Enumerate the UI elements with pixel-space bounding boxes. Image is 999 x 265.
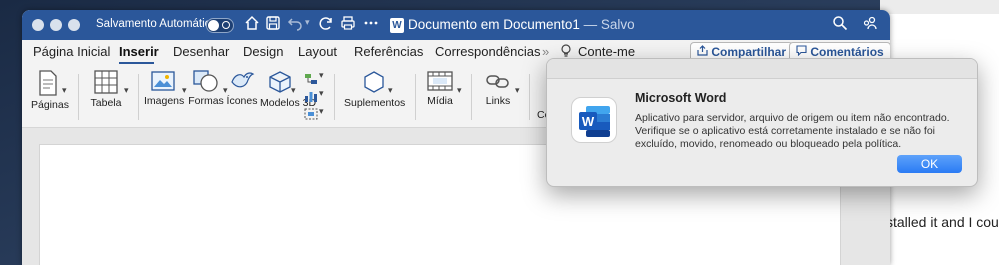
tab-desenhar[interactable]: Desenhar: [173, 44, 229, 59]
pages-label: Páginas: [31, 99, 69, 111]
undo-dropdown-icon[interactable]: ▾: [305, 18, 310, 28]
ribbon-separator: [138, 74, 139, 120]
ribbon-separator: [529, 74, 530, 120]
smartart-dropdown-icon[interactable]: ▾: [319, 71, 324, 81]
undo-icon[interactable]: [287, 15, 303, 35]
comment-bubble-icon: [796, 45, 807, 57]
active-tab-indicator: [119, 62, 154, 64]
autosave-toggle[interactable]: [206, 18, 234, 33]
table-button[interactable]: Tabela: [88, 70, 124, 109]
chart-dropdown-icon[interactable]: ▾: [319, 89, 324, 99]
bird-icon: [231, 72, 255, 88]
background-page-top: [880, 0, 999, 14]
film-icon: [427, 71, 453, 91]
screenshot-dropdown-icon[interactable]: ▾: [319, 107, 324, 117]
icons-label: Ícones: [226, 95, 258, 107]
ribbon-separator: [471, 74, 472, 120]
redo-icon[interactable]: [318, 15, 334, 35]
media-button[interactable]: Mídia: [422, 70, 458, 107]
media-dropdown-icon[interactable]: ▾: [457, 86, 462, 96]
picture-icon: [151, 71, 175, 91]
search-icon[interactable]: [832, 15, 848, 35]
share-label: Compartilhar: [711, 45, 787, 59]
links-label: Links: [485, 95, 511, 107]
tab-correspondencias[interactable]: Correspondências: [435, 44, 541, 59]
shapes-button[interactable]: Formas: [188, 70, 224, 107]
zoom-window-button[interactable]: [68, 19, 80, 31]
chart-icon[interactable]: [304, 89, 318, 107]
dialog-title: Microsoft Word: [635, 91, 727, 105]
ribbon-separator: [78, 74, 79, 120]
share-people-icon[interactable]: [862, 15, 878, 35]
table-icon: [94, 70, 118, 94]
page-icon: [39, 70, 57, 96]
add-ins-icon: [364, 71, 384, 93]
word-app-icon: W: [571, 97, 617, 143]
pictures-dropdown-icon[interactable]: ▾: [182, 86, 187, 96]
icons-button[interactable]: Ícones: [226, 70, 258, 107]
table-dropdown-icon[interactable]: ▾: [124, 86, 129, 96]
shapes-label: Formas: [188, 95, 224, 107]
comments-label: Comentários: [810, 45, 884, 59]
title-bar: Salvamento Automático ▾ W Documento em D…: [22, 10, 890, 40]
pictures-label: Imagens: [144, 95, 185, 107]
links-dropdown-icon[interactable]: ▾: [515, 86, 520, 96]
link-icon: [486, 75, 509, 88]
print-icon[interactable]: [340, 15, 356, 35]
cube-icon: [269, 71, 291, 93]
background-page-text: stalled it and I coul: [886, 214, 999, 230]
tell-me-search[interactable]: Conte-me: [578, 44, 635, 59]
minimize-window-button[interactable]: [50, 19, 62, 31]
tab-design[interactable]: Design: [243, 44, 283, 59]
close-window-button[interactable]: [32, 19, 44, 31]
ok-button[interactable]: OK: [897, 155, 962, 173]
ribbon-separator: [334, 74, 335, 120]
add-ins-dropdown-icon[interactable]: ▾: [388, 86, 393, 96]
media-label: Mídia: [427, 95, 453, 107]
svg-text:W: W: [582, 114, 595, 129]
dialog-message: Aplicativo para servidor, arquivo de ori…: [635, 112, 950, 150]
links-button[interactable]: Links: [480, 70, 516, 107]
tab-referencias[interactable]: Referências: [354, 44, 423, 59]
error-dialog: W Microsoft Word Aplicativo para servido…: [546, 58, 978, 187]
smartart-icon[interactable]: [304, 72, 318, 90]
save-icon[interactable]: [265, 15, 281, 35]
tab-inserir[interactable]: Inserir: [119, 44, 159, 59]
pictures-button[interactable]: Imagens: [144, 70, 185, 107]
table-label: Tabela: [90, 97, 122, 109]
tab-layout[interactable]: Layout: [298, 44, 337, 59]
dialog-titlebar: [547, 59, 977, 79]
document-title: Documento em Documento1 — Salvo: [408, 17, 635, 32]
pages-dropdown-icon[interactable]: ▾: [62, 86, 67, 96]
tab-pagina-inicial[interactable]: Página Inicial: [33, 44, 110, 59]
shapes-icon: [193, 70, 218, 92]
3d-models-label: Modelos 3D: [260, 97, 317, 109]
ribbon-separator: [415, 74, 416, 120]
word-document-icon: W: [390, 18, 404, 33]
home-icon[interactable]: [244, 15, 260, 35]
autosave-label: Salvamento Automático: [96, 18, 217, 30]
add-ins-button[interactable]: Suplementos: [344, 70, 406, 109]
pages-button[interactable]: Páginas: [31, 70, 69, 111]
more-icon[interactable]: [363, 14, 379, 34]
tabs-overflow-button[interactable]: »: [542, 44, 549, 59]
add-ins-label: Suplementos: [344, 97, 406, 109]
3d-models-dropdown-icon[interactable]: ▾: [291, 86, 296, 96]
share-arrow-icon: [697, 45, 708, 56]
screenshot-icon[interactable]: [304, 107, 318, 125]
